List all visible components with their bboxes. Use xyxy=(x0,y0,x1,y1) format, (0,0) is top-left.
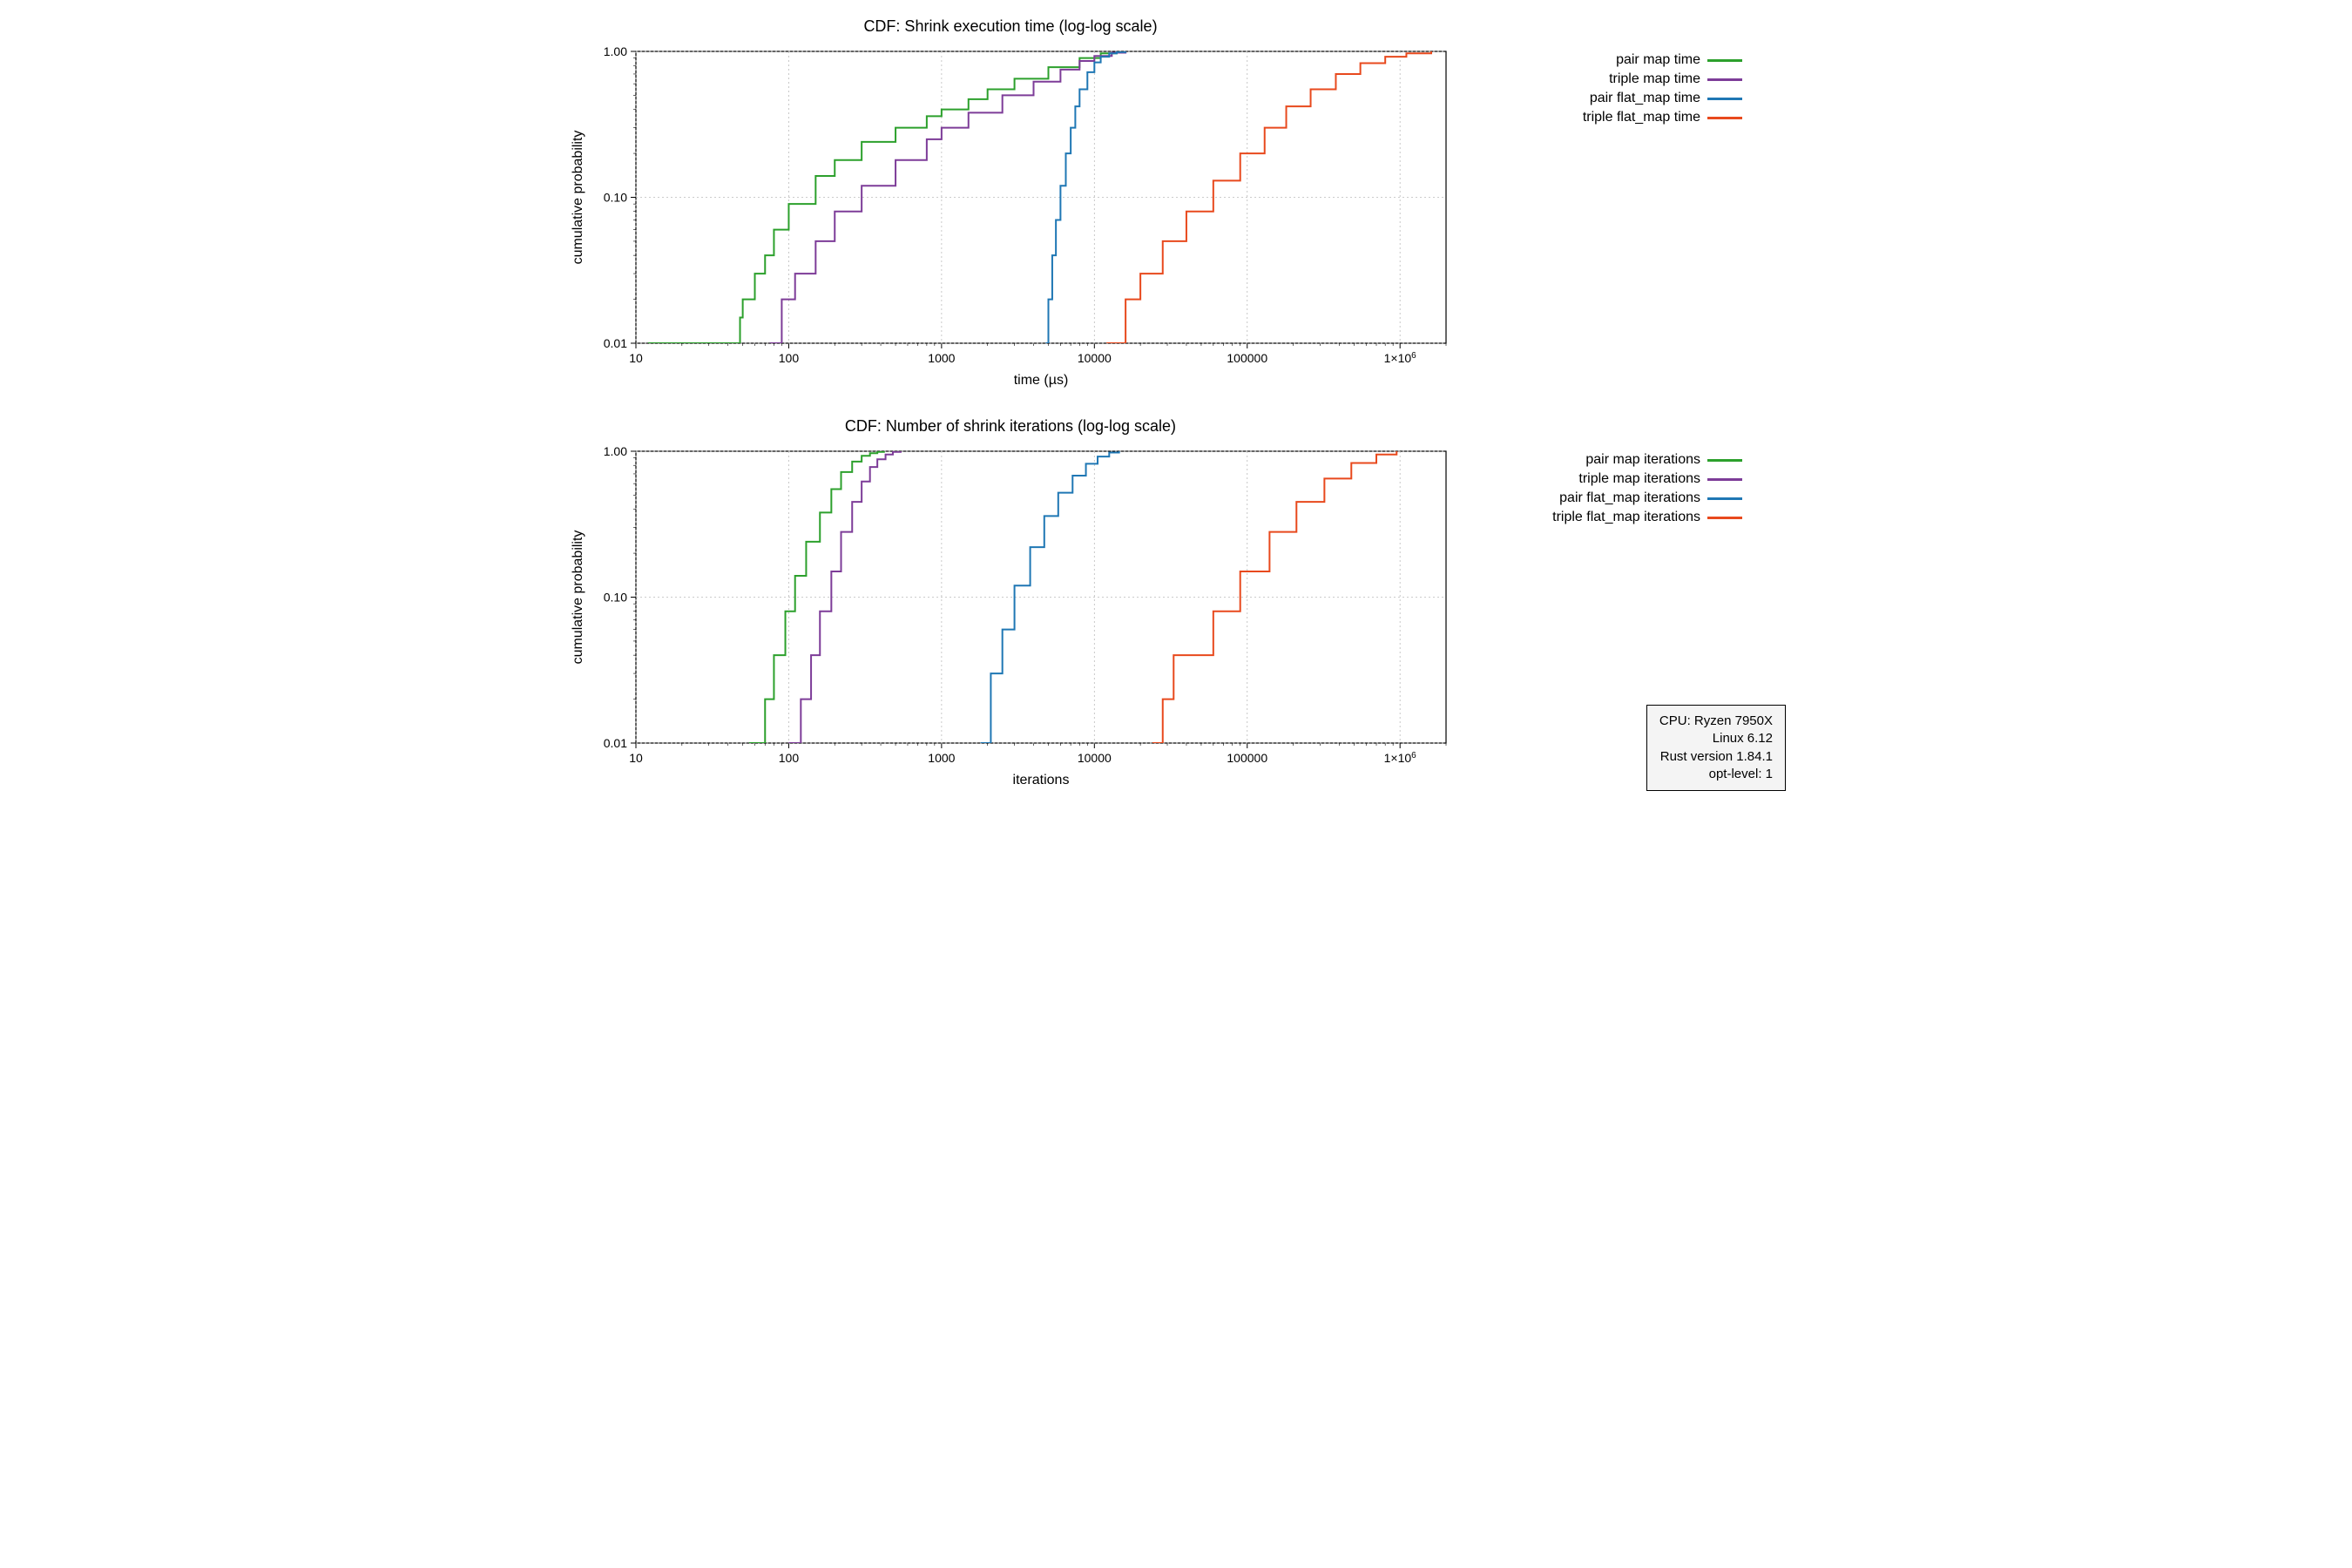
system-info-box: CPU: Ryzen 7950X Linux 6.12 Rust version… xyxy=(1646,705,1786,791)
legend-1: pair map iterations triple map iterations… xyxy=(1455,417,1742,529)
legend-swatch xyxy=(1707,78,1742,81)
chart-svg-1: 10 100 1000 10000 100000 1×106 0.01 0.10 1.00 ite… xyxy=(566,443,1455,791)
svg-text:1×106: 1×106 xyxy=(1384,751,1417,766)
svg-text:1.00: 1.00 xyxy=(604,444,627,458)
chart-row-1: CDF: Number of shrink iterations (log-lo… xyxy=(566,417,1786,791)
svg-text:10000: 10000 xyxy=(1078,751,1112,765)
svg-text:100: 100 xyxy=(779,751,800,765)
svg-text:1×106: 1×106 xyxy=(1384,351,1417,366)
info-line: opt-level: 1 xyxy=(1659,766,1773,783)
svg-text:1000: 1000 xyxy=(928,751,955,765)
legend-swatch xyxy=(1707,98,1742,100)
figure-container: CDF: Shrink execution time (log-log scal… xyxy=(566,17,1786,791)
legend-label: pair flat_map iterations xyxy=(1559,490,1700,506)
svg-text:time (µs): time (µs) xyxy=(1014,373,1069,388)
legend-item: triple flat_map time xyxy=(1481,110,1742,125)
legend-swatch xyxy=(1707,459,1742,462)
svg-text:100000: 100000 xyxy=(1227,751,1267,765)
chart-row-0: CDF: Shrink execution time (log-log scal… xyxy=(566,17,1786,391)
legend-swatch xyxy=(1707,497,1742,500)
legend-item: triple map iterations xyxy=(1481,471,1742,487)
svg-text:0.10: 0.10 xyxy=(604,191,627,205)
svg-text:1.00: 1.00 xyxy=(604,44,627,58)
chart-title-0: CDF: Shrink execution time (log-log scal… xyxy=(566,17,1455,36)
svg-text:1000: 1000 xyxy=(928,351,955,365)
svg-text:cumulative probability: cumulative probability xyxy=(571,531,585,665)
legend-swatch xyxy=(1707,478,1742,481)
legend-label: pair map iterations xyxy=(1585,452,1700,468)
info-line: Rust version 1.84.1 xyxy=(1659,748,1773,766)
svg-text:100: 100 xyxy=(779,351,800,365)
legend-label: triple map iterations xyxy=(1578,471,1700,487)
svg-text:0.01: 0.01 xyxy=(604,336,627,350)
svg-text:0.01: 0.01 xyxy=(604,736,627,750)
legend-swatch xyxy=(1707,117,1742,119)
chart-title-1: CDF: Number of shrink iterations (log-lo… xyxy=(566,417,1455,436)
legend-0: pair map time triple map time pair flat_ma… xyxy=(1455,17,1742,129)
svg-text:10: 10 xyxy=(629,751,643,765)
legend-item: pair flat_map time xyxy=(1481,91,1742,106)
legend-label: pair map time xyxy=(1616,52,1700,68)
svg-text:iterations: iterations xyxy=(1013,773,1070,787)
legend-label: triple flat_map iterations xyxy=(1552,510,1700,525)
info-line: CPU: Ryzen 7950X xyxy=(1659,713,1773,730)
legend-item: pair flat_map iterations xyxy=(1481,490,1742,506)
legend-label: triple flat_map time xyxy=(1583,110,1700,125)
chart-svg-0: 10 100 1000 10000 100000 1×106 0.01 0.10 1.00 tim… xyxy=(566,43,1455,391)
legend-label: pair flat_map time xyxy=(1590,91,1700,106)
legend-item: pair map iterations xyxy=(1481,452,1742,468)
legend-item: triple flat_map iterations xyxy=(1481,510,1742,525)
legend-item: triple map time xyxy=(1481,71,1742,87)
info-line: Linux 6.12 xyxy=(1659,730,1773,747)
legend-label: triple map time xyxy=(1609,71,1700,87)
legend-item: pair map time xyxy=(1481,52,1742,68)
svg-text:0.10: 0.10 xyxy=(604,591,627,605)
svg-text:cumulative probability: cumulative probability xyxy=(571,131,585,265)
svg-text:10000: 10000 xyxy=(1078,351,1112,365)
svg-text:10: 10 xyxy=(629,351,643,365)
legend-swatch xyxy=(1707,517,1742,519)
svg-text:100000: 100000 xyxy=(1227,351,1267,365)
legend-swatch xyxy=(1707,59,1742,62)
